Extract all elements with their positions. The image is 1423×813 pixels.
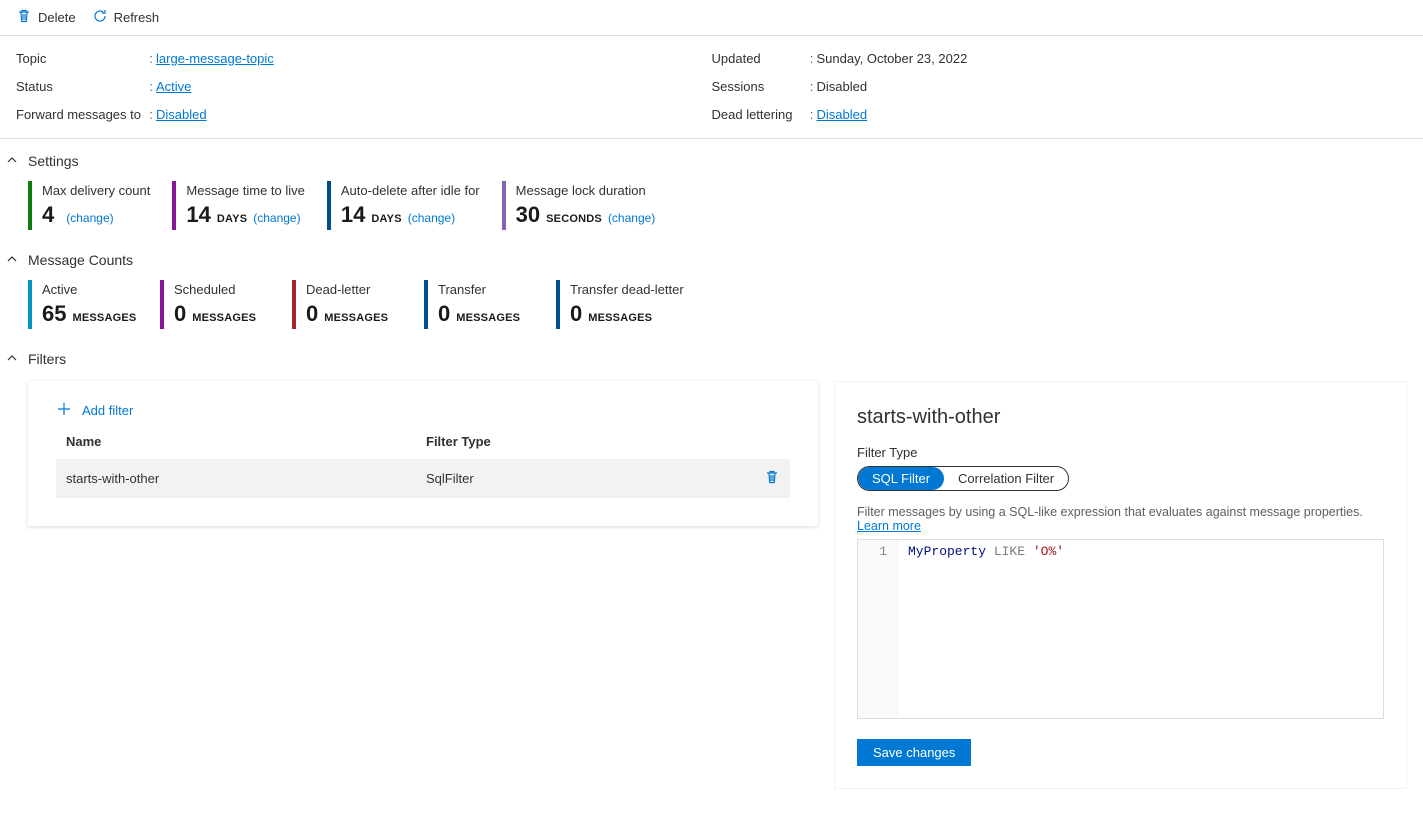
delete-button[interactable]: Delete (16, 8, 76, 27)
tile-value: 0 (306, 301, 318, 327)
prop-deadlettering-link[interactable]: Disabled (817, 107, 868, 122)
editor-title: starts-with-other (857, 406, 1384, 429)
tile-value: 0 (438, 301, 450, 327)
tile-value: 0 (570, 301, 582, 327)
properties-pane: Topic : large-message-topic Status : Act… (0, 36, 1423, 139)
counts-section-toggle[interactable]: Message Counts (0, 238, 1423, 274)
tile-value: 14 (186, 202, 210, 228)
tile-transfer-dl: Transfer dead-letter 0 MESSAGES (556, 280, 694, 329)
counts-title: Message Counts (28, 252, 133, 268)
tile-value: 4 (42, 202, 54, 228)
tile-value: 65 (42, 301, 66, 327)
refresh-icon (92, 8, 108, 27)
trash-icon (16, 8, 32, 27)
prop-updated-label: Updated (712, 51, 807, 66)
refresh-button[interactable]: Refresh (92, 8, 160, 27)
refresh-label: Refresh (114, 10, 160, 25)
trash-icon (764, 473, 780, 488)
filter-description-text: Filter messages by using a SQL-like expr… (857, 505, 1363, 519)
tile-caption: Transfer dead-letter (570, 282, 684, 297)
prop-updated-value: Sunday, October 23, 2022 (817, 51, 1408, 66)
chevron-up-icon (6, 352, 18, 367)
row-name: starts-with-other (66, 471, 426, 486)
add-filter-label: Add filter (82, 403, 133, 418)
tile-auto-delete: Auto-delete after idle for 14 DAYS (chan… (327, 181, 490, 230)
prop-topic-link[interactable]: large-message-topic (156, 51, 274, 66)
tile-deadletter: Dead-letter 0 MESSAGES (292, 280, 412, 329)
tile-value: 0 (174, 301, 186, 327)
tile-unit: SECONDS (546, 213, 602, 225)
tile-max-delivery: Max delivery count 4 (change) (28, 181, 160, 230)
prop-topic-label: Topic (16, 51, 146, 66)
save-button[interactable]: Save changes (857, 739, 971, 766)
tile-unit: DAYS (217, 213, 247, 225)
learn-more-link[interactable]: Learn more (857, 519, 921, 533)
command-bar: Delete Refresh (0, 0, 1423, 36)
tile-unit: MESSAGES (588, 312, 652, 324)
header-type: Filter Type (426, 434, 780, 449)
chevron-up-icon (6, 154, 18, 169)
change-link[interactable]: (change) (66, 211, 113, 225)
plus-icon (56, 401, 72, 420)
tile-unit: MESSAGES (456, 312, 520, 324)
settings-section-toggle[interactable]: Settings (0, 139, 1423, 175)
tile-unit: DAYS (371, 213, 401, 225)
filters-list-card: Add filter Name Filter Type starts-with-… (28, 381, 818, 526)
tile-caption: Scheduled (174, 282, 270, 297)
prop-status-label: Status (16, 79, 146, 94)
sql-expression-editor[interactable]: 1 MyProperty LIKE 'O%' (857, 539, 1384, 719)
filters-table-header: Name Filter Type (56, 434, 790, 459)
filter-editor-panel: starts-with-other Filter Type SQL Filter… (834, 381, 1407, 789)
filters-section-toggle[interactable]: Filters (0, 337, 1423, 373)
prop-forward-link[interactable]: Disabled (156, 107, 207, 122)
prop-status-link[interactable]: Active (156, 79, 191, 94)
change-link[interactable]: (change) (408, 211, 455, 225)
tile-value: 30 (516, 202, 540, 228)
tile-caption: Auto-delete after idle for (341, 183, 480, 198)
row-type: SqlFilter (426, 471, 764, 486)
prop-forward-label: Forward messages to (16, 107, 146, 122)
delete-row-button[interactable] (764, 469, 780, 488)
filter-type-switch: SQL Filter Correlation Filter (857, 466, 1069, 491)
settings-title: Settings (28, 153, 79, 169)
tile-lock-duration: Message lock duration 30 SECONDS (change… (502, 181, 666, 230)
filter-type-label: Filter Type (857, 445, 1384, 460)
filter-description: Filter messages by using a SQL-like expr… (857, 505, 1384, 533)
tile-active: Active 65 MESSAGES (28, 280, 148, 329)
tile-unit: MESSAGES (72, 312, 136, 324)
filter-type-correlation[interactable]: Correlation Filter (944, 467, 1068, 490)
tile-value: 14 (341, 202, 365, 228)
tile-transfer: Transfer 0 MESSAGES (424, 280, 544, 329)
filter-type-sql[interactable]: SQL Filter (858, 467, 944, 490)
change-link[interactable]: (change) (608, 211, 655, 225)
tile-caption: Active (42, 282, 138, 297)
tile-ttl: Message time to live 14 DAYS (change) (172, 181, 315, 230)
tile-caption: Message time to live (186, 183, 305, 198)
prop-sessions-value: Disabled (817, 79, 1408, 94)
counts-tiles: Active 65 MESSAGES Scheduled 0 MESSAGES … (0, 274, 1423, 337)
tile-caption: Dead-letter (306, 282, 402, 297)
header-name: Name (66, 434, 426, 449)
line-gutter: 1 (858, 540, 898, 718)
prop-deadlettering-label: Dead lettering (712, 107, 807, 122)
tile-caption: Transfer (438, 282, 534, 297)
add-filter-button[interactable]: Add filter (56, 401, 133, 420)
tile-scheduled: Scheduled 0 MESSAGES (160, 280, 280, 329)
table-row[interactable]: starts-with-other SqlFilter (56, 459, 790, 498)
prop-sessions-label: Sessions (712, 79, 807, 94)
filters-title: Filters (28, 351, 66, 367)
settings-tiles: Max delivery count 4 (change) Message ti… (0, 175, 1423, 238)
tile-caption: Message lock duration (516, 183, 656, 198)
delete-label: Delete (38, 10, 76, 25)
tile-unit: MESSAGES (192, 312, 256, 324)
tile-caption: Max delivery count (42, 183, 150, 198)
change-link[interactable]: (change) (253, 211, 300, 225)
tile-unit: MESSAGES (324, 312, 388, 324)
chevron-up-icon (6, 253, 18, 268)
code-content[interactable]: MyProperty LIKE 'O%' (898, 540, 1383, 718)
